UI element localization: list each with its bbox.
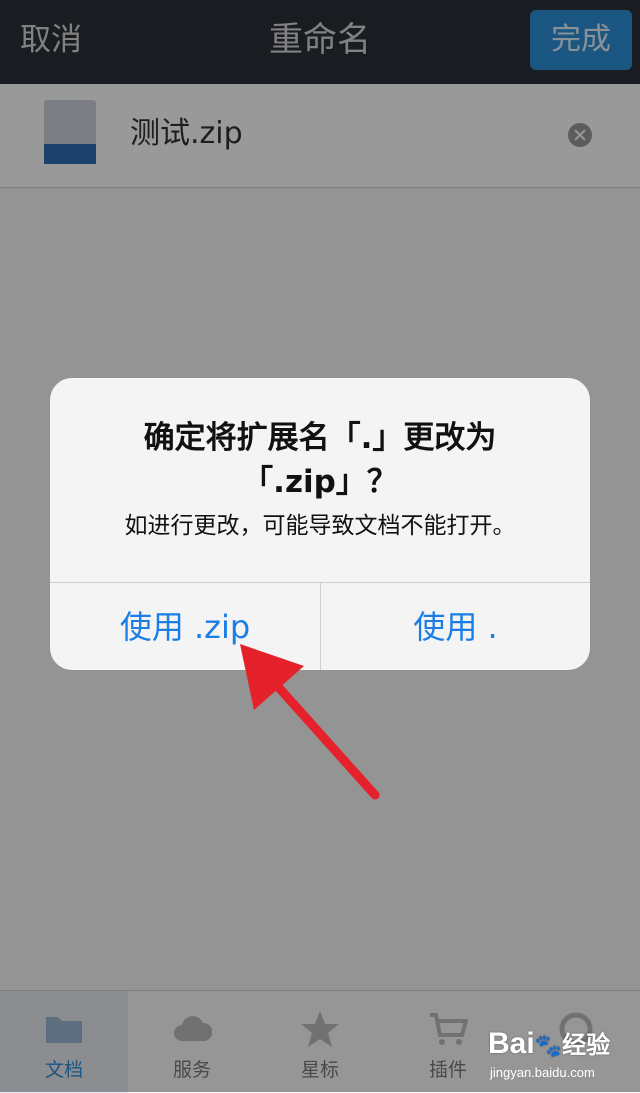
alert-message: 如进行更改，可能导致文档不能打开。	[124, 513, 516, 539]
watermark-url: jingyan.baidu.com	[490, 1065, 595, 1080]
alert-title: 确定将扩展名「.」更改为 「.zip」？	[80, 416, 560, 504]
alert-title-line-2: 「.zip」？	[242, 464, 398, 500]
red-arrow-annotation	[240, 644, 380, 800]
watermark-brand: Bai🐾经验	[488, 1027, 611, 1060]
alert-title-line-1: 确定将扩展名「.」更改为	[143, 420, 497, 456]
extension-change-alert: 确定将扩展名「.」更改为 「.zip」？ 如进行更改，可能导致文档不能打开。 使…	[50, 378, 590, 670]
baidu-jingyan-watermark: Bai🐾经验 jingyan.baidu.com	[488, 1016, 638, 1090]
